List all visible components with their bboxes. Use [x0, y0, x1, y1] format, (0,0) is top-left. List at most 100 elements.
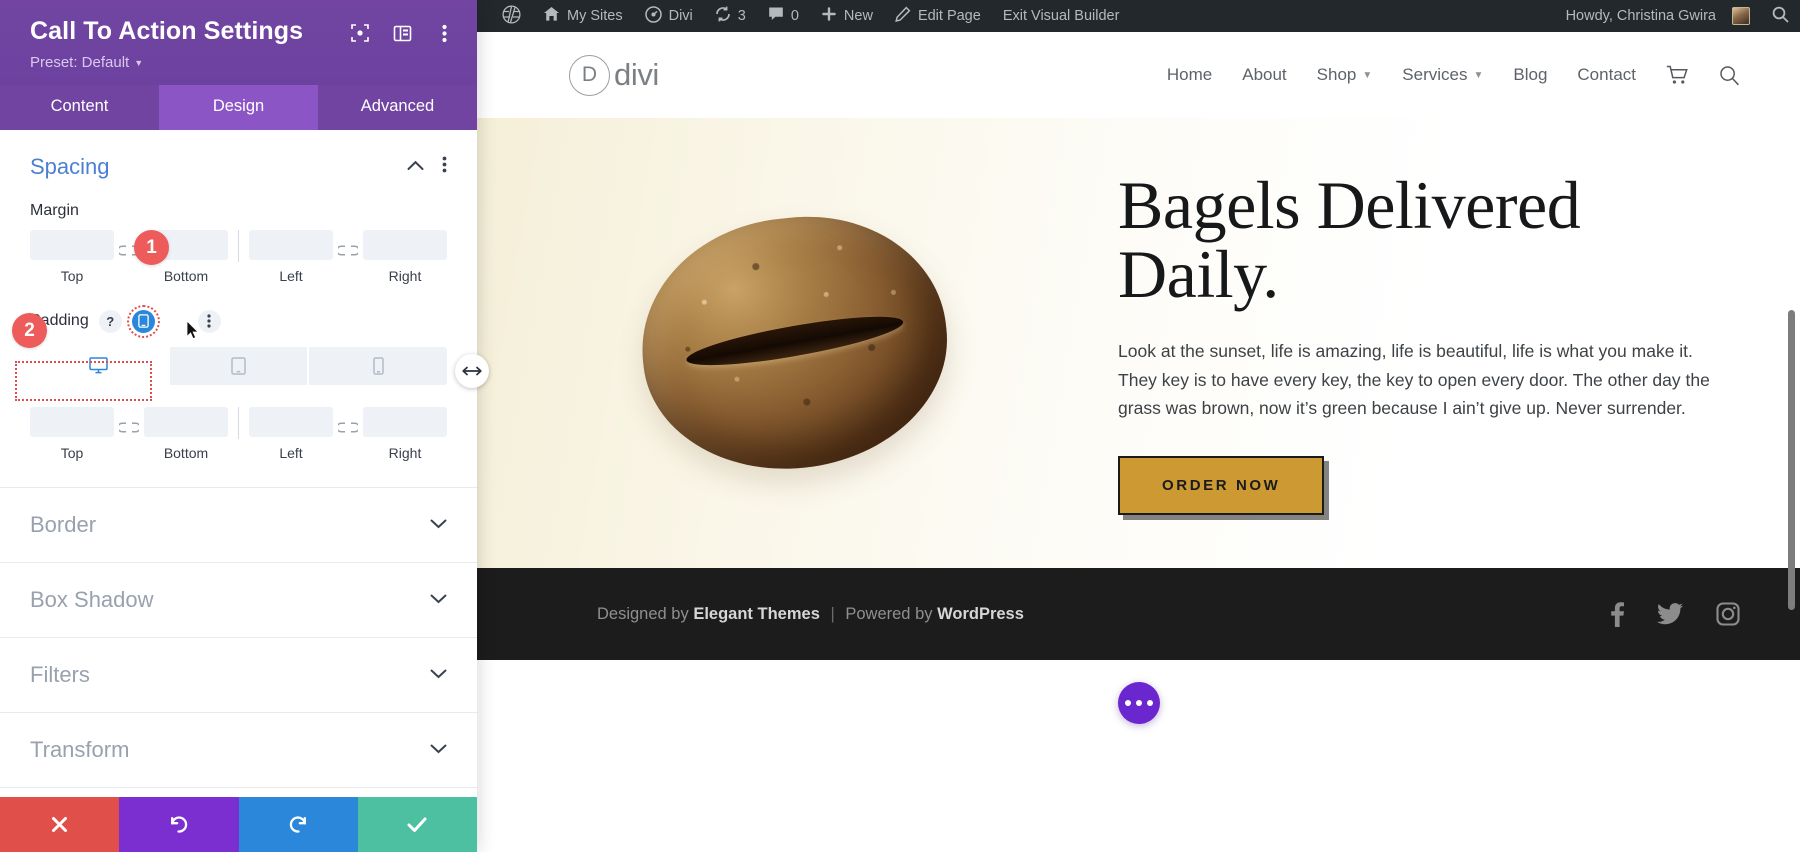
redo-button[interactable]: [238, 797, 358, 852]
search-icon[interactable]: [1719, 65, 1740, 86]
panel-scrollbar[interactable]: [1788, 310, 1795, 610]
sites-icon: [543, 6, 560, 26]
help-icon[interactable]: ?: [98, 309, 122, 333]
device-tab-phone[interactable]: [309, 346, 447, 385]
accordion-transform-label: Transform: [30, 736, 130, 762]
accordion-border[interactable]: Border: [0, 488, 477, 563]
settings-panel-body: Spacing Margin Top Bottom Left Right Pad…: [0, 129, 477, 797]
padding-controls-row: Padding ?: [30, 304, 447, 338]
discard-button[interactable]: [0, 797, 120, 852]
layout-toggle-icon[interactable]: [391, 22, 413, 44]
adminbar-wordpress-logo[interactable]: [491, 0, 532, 32]
ellipsis-dot: [1124, 700, 1131, 706]
link-top-bottom-icon[interactable]: [114, 413, 144, 443]
adminbar-divi[interactable]: Divi: [634, 0, 704, 32]
hero-image: [477, 118, 1112, 568]
margin-right-field[interactable]: Right: [363, 229, 447, 284]
adminbar-updates-count: 3: [737, 8, 746, 24]
accordion-transform[interactable]: Transform: [0, 713, 477, 788]
site-logo[interactable]: D divi: [569, 54, 659, 96]
expand-icon[interactable]: [349, 22, 371, 44]
accordion-filters-label: Filters: [30, 661, 90, 687]
accordion-filters[interactable]: Filters: [0, 638, 477, 713]
nav-item-blog[interactable]: Blog: [1513, 65, 1547, 85]
footer-separator: |: [830, 604, 835, 623]
preset-selector[interactable]: Preset: Default ▼: [30, 54, 455, 71]
footer-powered-prefix: Powered by: [845, 604, 933, 623]
chevron-up-icon[interactable]: [407, 158, 424, 176]
nav-item-about[interactable]: About: [1242, 65, 1286, 85]
builder-canvas-bottom: [477, 660, 1800, 852]
instagram-icon[interactable]: [1716, 602, 1740, 626]
padding-bottom-field[interactable]: Bottom: [144, 406, 228, 461]
nav-item-home[interactable]: Home: [1167, 65, 1212, 85]
margin-top-field[interactable]: Top: [30, 229, 114, 284]
padding-top-field[interactable]: Top: [30, 406, 114, 461]
tab-advanced[interactable]: Advanced: [318, 85, 477, 130]
divi-builder-menu-button[interactable]: [1117, 682, 1160, 724]
padding-kebab-menu-icon[interactable]: [197, 309, 221, 333]
padding-left-field[interactable]: Left: [249, 406, 333, 461]
accordion-box-shadow[interactable]: Box Shadow: [0, 563, 477, 638]
adminbar-updates[interactable]: 3: [704, 0, 757, 32]
padding-inputs: Top Bottom Left Right: [30, 406, 447, 461]
adminbar-my-sites[interactable]: My Sites: [532, 0, 634, 32]
section-kebab-menu-icon[interactable]: [442, 156, 447, 178]
facebook-icon[interactable]: [1611, 601, 1624, 627]
settings-panel-header: Call To Action Settings Preset: Default …: [0, 0, 477, 85]
adminbar-new-label: New: [843, 8, 873, 24]
nav-label: Contact: [1577, 65, 1636, 84]
link-left-right-icon[interactable]: [333, 236, 363, 266]
padding-right-field[interactable]: Right: [363, 406, 447, 461]
adminbar-edit-page[interactable]: Edit Page: [884, 0, 992, 32]
adminbar-new[interactable]: New: [810, 0, 884, 32]
annotation-badge-1: 1: [134, 230, 169, 265]
order-now-button[interactable]: ORDER NOW: [1118, 456, 1325, 516]
padding-device-tabs-highlight: [15, 361, 152, 401]
nav-label: About: [1242, 65, 1287, 84]
howdy-label: Howdy, Christina Gwira: [1565, 8, 1716, 24]
accordion-border-label: Border: [30, 511, 97, 537]
padding-responsive-toggle[interactable]: [126, 304, 160, 338]
device-tab-tablet[interactable]: [169, 346, 310, 385]
footer-designed-prefix: Designed by: [597, 604, 689, 623]
site-navigation: Home About Shop ▼ Services ▼ Blog Contac…: [1167, 65, 1740, 86]
chevron-down-icon: [430, 591, 447, 609]
footer-social-links: [1611, 601, 1740, 627]
margin-top-caption: Top: [60, 267, 84, 284]
adminbar-account[interactable]: Howdy, Christina Gwira: [1555, 0, 1761, 32]
tab-design[interactable]: Design: [159, 84, 318, 130]
nav-item-contact[interactable]: Contact: [1577, 65, 1636, 85]
adminbar-edit-page-label: Edit Page: [917, 8, 981, 24]
footer-designed-brand[interactable]: Elegant Themes: [693, 605, 820, 623]
nav-label: Shop: [1316, 65, 1357, 84]
padding-left-caption: Left: [279, 444, 303, 461]
nav-label: Home: [1166, 65, 1213, 84]
footer-powered-brand[interactable]: WordPress: [937, 605, 1024, 623]
margin-left-field[interactable]: Left: [249, 229, 333, 284]
margin-label: Margin: [30, 201, 79, 219]
site-header: D divi Home About Shop ▼ Services ▼ Blog…: [477, 32, 1800, 118]
nav-label: Services: [1402, 65, 1468, 84]
kebab-menu-icon[interactable]: [433, 22, 455, 44]
annotation-badge-2: 2: [12, 313, 47, 348]
cart-icon[interactable]: [1666, 65, 1689, 85]
ellipsis-dot: [1146, 700, 1153, 706]
nav-item-shop[interactable]: Shop ▼: [1317, 65, 1373, 85]
divider: [238, 229, 239, 262]
wordpress-logo-icon: [502, 4, 521, 28]
hero-heading: Bagels Delivered Daily.: [1118, 166, 1581, 312]
adminbar-comments[interactable]: 0: [757, 0, 810, 32]
nav-item-services[interactable]: Services ▼: [1402, 65, 1483, 85]
spacing-section: Spacing Margin Top Bottom Left Right Pad…: [0, 130, 477, 461]
adminbar-search[interactable]: [1761, 0, 1800, 32]
twitter-icon[interactable]: [1657, 603, 1683, 625]
settings-panel-footer: [0, 797, 477, 852]
link-left-right-icon[interactable]: [333, 413, 363, 443]
adminbar-exit-visual-builder[interactable]: Exit Visual Builder: [992, 0, 1131, 32]
panel-resize-handle[interactable]: [455, 354, 489, 388]
save-button[interactable]: [357, 797, 477, 852]
margin-inputs: Top Bottom Left Right: [30, 229, 447, 284]
tab-content[interactable]: Content: [0, 85, 159, 130]
undo-button[interactable]: [119, 797, 239, 852]
